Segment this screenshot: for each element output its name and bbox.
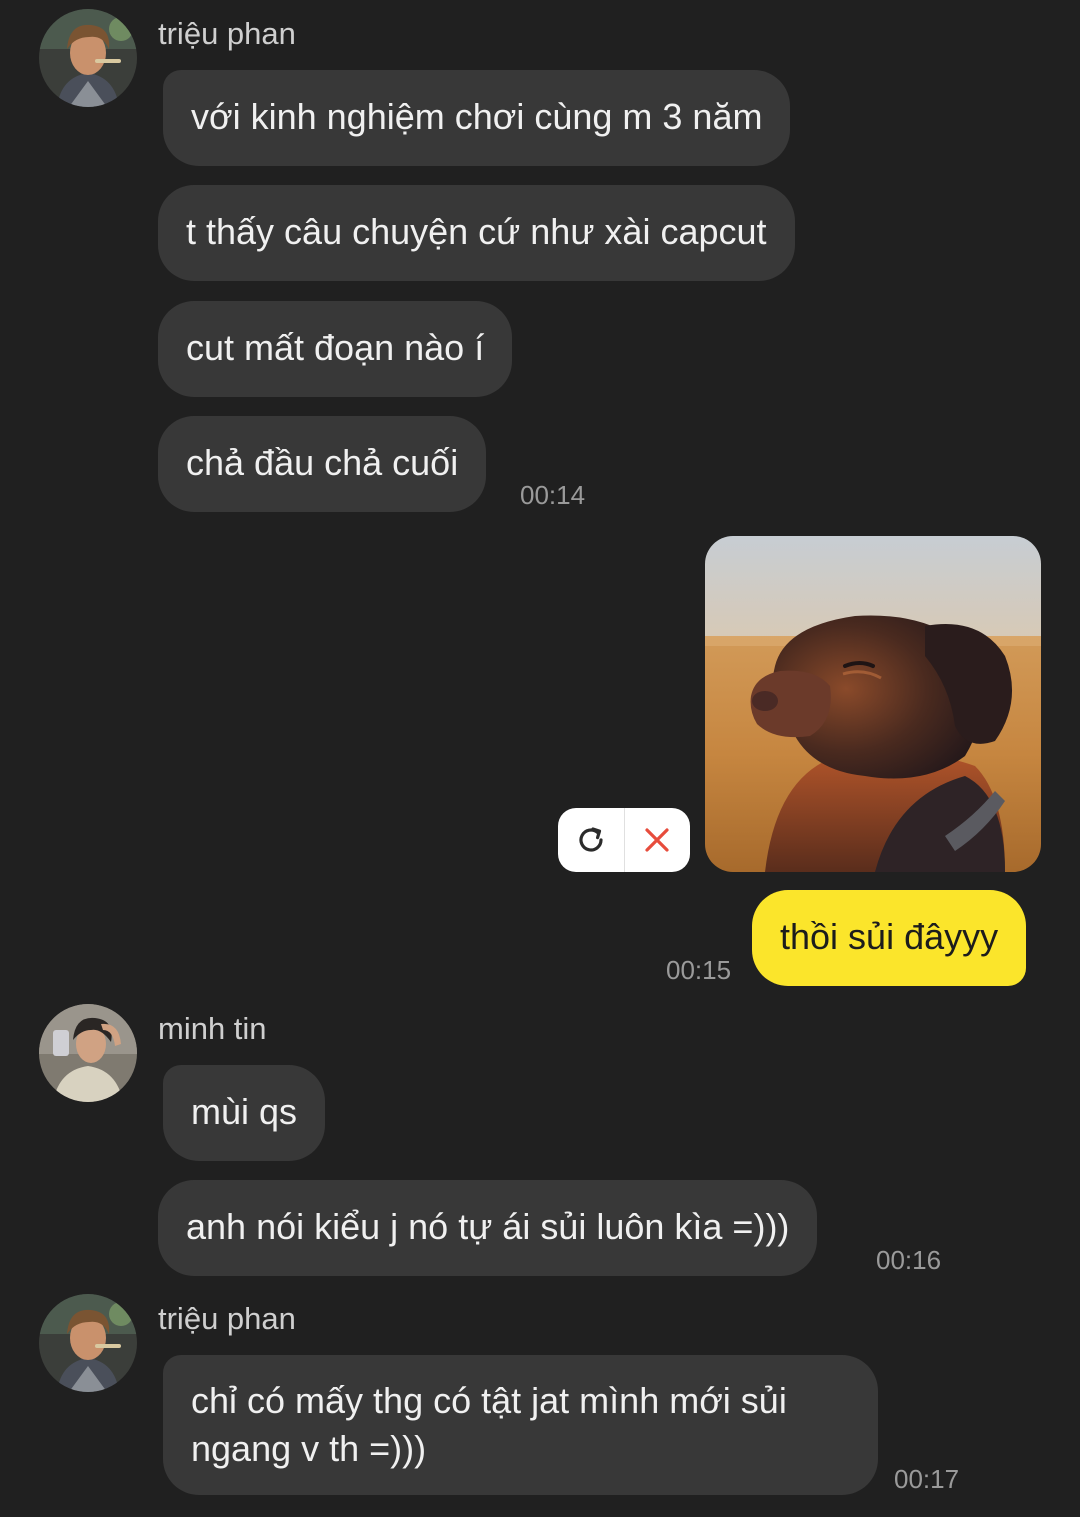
message-bubble[interactable]: chả đầu chả cuối [158,416,487,512]
message-bubble[interactable]: cut mất đoạn nào í [158,301,513,397]
image-send-actions [558,808,690,872]
message-bubble[interactable]: chỉ có mấy thg có tật jat mình mới sủi n… [163,1355,878,1495]
avatar-trieu-phan[interactable] [39,9,137,107]
message-bubble[interactable]: t thấy câu chuyện cứ như xài capcut [158,185,795,281]
retry-button[interactable] [558,808,624,872]
cancel-button[interactable] [625,808,691,872]
message-bubble-outgoing[interactable]: thồi sủi đâyyy [752,890,1027,986]
message-bubble[interactable]: với kinh nghiệm chơi cùng m 3 năm [163,70,791,166]
sender-name: triệu phan [158,16,296,51]
dog-photo[interactable] [705,536,1041,872]
sender-name: minh tin [158,1011,267,1046]
avatar-minh-tin[interactable] [39,1004,137,1102]
cancel-icon [645,828,669,852]
message-bubble[interactable]: anh nói kiểu j nó tự ái sủi luôn kìa =))… [158,1180,818,1276]
message-time: 00:17 [894,1464,960,1494]
message-time: 00:15 [666,955,732,985]
sender-name: triệu phan [158,1301,296,1336]
message-time: 00:16 [876,1245,942,1275]
retry-icon [579,827,603,852]
message-time: 00:14 [520,480,586,510]
message-bubble[interactable]: mùi qs [163,1065,326,1161]
avatar-trieu-phan[interactable] [39,1294,137,1392]
